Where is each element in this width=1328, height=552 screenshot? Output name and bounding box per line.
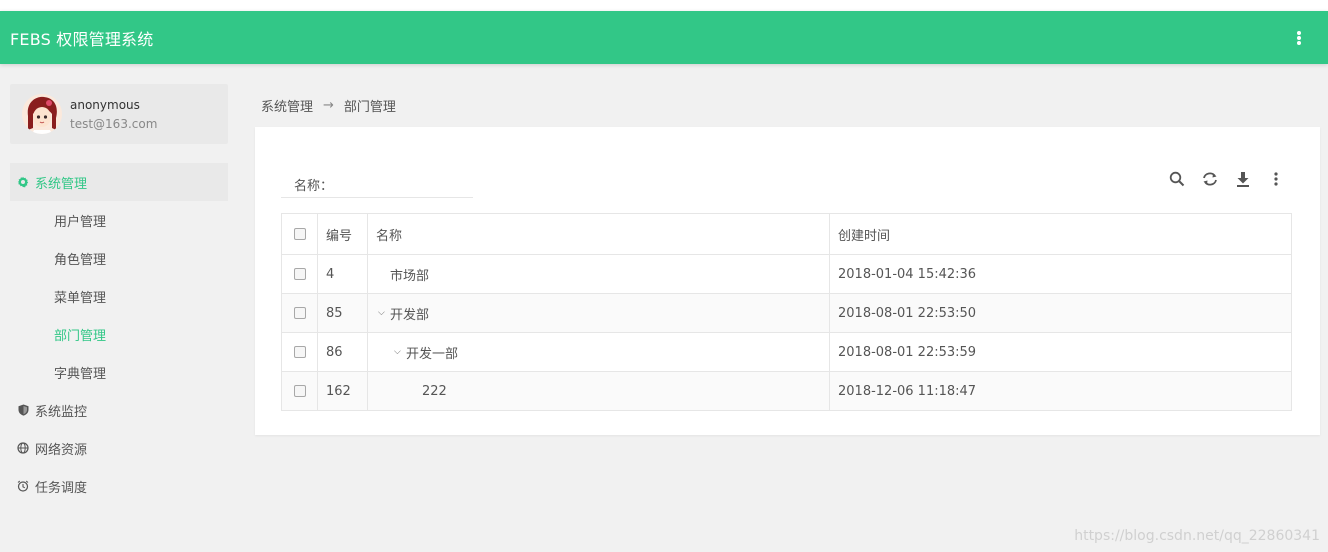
top-app-bar: FEBS 权限管理系统	[0, 11, 1328, 64]
department-table: 编号 名称 创建时间 4 市场部 2018-01-04 15:42:36 85 …	[281, 213, 1292, 411]
table-toolbar	[1167, 169, 1286, 189]
cell-name: ⌵ 开发一部	[367, 332, 830, 372]
cell-id: 162	[317, 371, 368, 411]
breadcrumb-current: 部门管理	[343, 100, 396, 115]
browser-bookmark-strip	[0, 0, 1328, 11]
select-all-checkbox[interactable]	[293, 228, 306, 240]
cell-created: 2018-01-04 15:42:36	[829, 254, 1292, 294]
column-header-created[interactable]: 创建时间	[829, 213, 1292, 255]
nav-group-label: 系统管理	[35, 176, 88, 192]
name-filter: 名称：	[281, 172, 473, 198]
cell-id: 86	[317, 332, 368, 372]
column-header-name[interactable]: 名称	[367, 213, 830, 255]
sidebar-item-departments[interactable]: 部门管理	[10, 315, 228, 353]
cell-name: 222	[367, 371, 830, 411]
row-select-cell	[281, 332, 318, 372]
row-checkbox[interactable]	[293, 346, 306, 358]
app-title: FEBS 权限管理系统	[10, 30, 154, 49]
cell-id: 85	[317, 293, 368, 333]
user-card: anonymous test@163.com	[10, 84, 228, 144]
row-checkbox[interactable]	[293, 385, 306, 397]
sidebar-item-label: 部门管理	[54, 328, 107, 344]
user-email: test@163.com	[70, 117, 158, 131]
table-row[interactable]: 4 市场部 2018-01-04 15:42:36	[281, 254, 1292, 294]
sidebar-item-users[interactable]: 用户管理	[10, 201, 228, 239]
cell-created: 2018-12-06 11:18:47	[829, 371, 1292, 411]
table-header-row: 编号 名称 创建时间	[281, 213, 1292, 255]
breadcrumb: 系统管理 → 部门管理	[261, 96, 396, 115]
cell-created: 2018-08-01 22:53:50	[829, 293, 1292, 333]
refresh-icon[interactable]	[1200, 169, 1220, 189]
cell-name: ⌵ 开发部	[367, 293, 830, 333]
table-row[interactable]: 162 222 2018-12-06 11:18:47	[281, 371, 1292, 411]
select-all-cell	[281, 213, 318, 255]
more-vertical-icon[interactable]	[1266, 169, 1286, 189]
row-checkbox[interactable]	[293, 268, 306, 280]
cell-name: 市场部	[367, 254, 830, 294]
cell-created: 2018-08-01 22:53:59	[829, 332, 1292, 372]
breadcrumb-separator: →	[323, 98, 334, 113]
sidebar-item-roles[interactable]: 角色管理	[10, 239, 228, 277]
department-name: 市场部	[390, 268, 430, 284]
name-filter-label: 名称：	[294, 179, 334, 194]
name-filter-input[interactable]	[337, 177, 458, 192]
row-select-cell	[281, 371, 318, 411]
nav-group-system-monitor[interactable]: 系统监控	[10, 391, 228, 429]
sidebar-item-label: 菜单管理	[54, 290, 107, 306]
shield-icon	[17, 404, 29, 416]
column-header-id[interactable]: 编号	[317, 213, 368, 255]
row-select-cell	[281, 293, 318, 333]
download-icon[interactable]	[1233, 169, 1253, 189]
clock-icon	[17, 480, 29, 492]
side-nav: 系统管理 用户管理 角色管理 菜单管理 部门管理 字典管理 系统监控 网络资源 …	[10, 163, 228, 505]
row-select-cell	[281, 254, 318, 294]
chevron-down-icon[interactable]: ⌵	[378, 308, 390, 318]
watermark: https://blog.csdn.net/qq_22860341	[1074, 528, 1320, 544]
avatar	[22, 94, 62, 134]
user-name: anonymous	[70, 98, 140, 112]
table-row[interactable]: 85 ⌵ 开发部 2018-08-01 22:53:50	[281, 293, 1292, 333]
search-icon[interactable]	[1167, 169, 1187, 189]
nav-group-network-resources[interactable]: 网络资源	[10, 429, 228, 467]
chevron-down-icon[interactable]: ⌵	[394, 347, 406, 357]
sidebar: anonymous test@163.com 系统管理 用户管理 角色管理 菜单…	[0, 64, 240, 552]
nav-group-task-scheduling[interactable]: 任务调度	[10, 467, 228, 505]
sidebar-item-label: 字典管理	[54, 366, 107, 382]
row-checkbox[interactable]	[293, 307, 306, 319]
nav-group-system-management[interactable]: 系统管理	[10, 163, 228, 201]
department-name: 222	[422, 383, 447, 399]
sidebar-item-label: 角色管理	[54, 252, 107, 268]
more-vertical-icon[interactable]	[1290, 28, 1308, 48]
nav-group-label: 系统监控	[35, 404, 88, 420]
cell-id: 4	[317, 254, 368, 294]
globe-icon	[17, 442, 29, 454]
sidebar-item-menus[interactable]: 菜单管理	[10, 277, 228, 315]
nav-group-label: 网络资源	[35, 442, 88, 458]
gear-icon	[17, 176, 29, 188]
department-name: 开发一部	[406, 346, 459, 362]
nav-group-label: 任务调度	[35, 480, 88, 496]
sidebar-item-label: 用户管理	[54, 214, 107, 230]
breadcrumb-parent[interactable]: 系统管理	[261, 96, 313, 115]
department-card: 名称： 编号 名称 创建时间 4 市场部 2018-01-04 15:42:36…	[255, 127, 1320, 435]
table-row[interactable]: 86 ⌵ 开发一部 2018-08-01 22:53:59	[281, 332, 1292, 372]
department-name: 开发部	[390, 307, 430, 323]
sidebar-item-dictionary[interactable]: 字典管理	[10, 353, 228, 391]
